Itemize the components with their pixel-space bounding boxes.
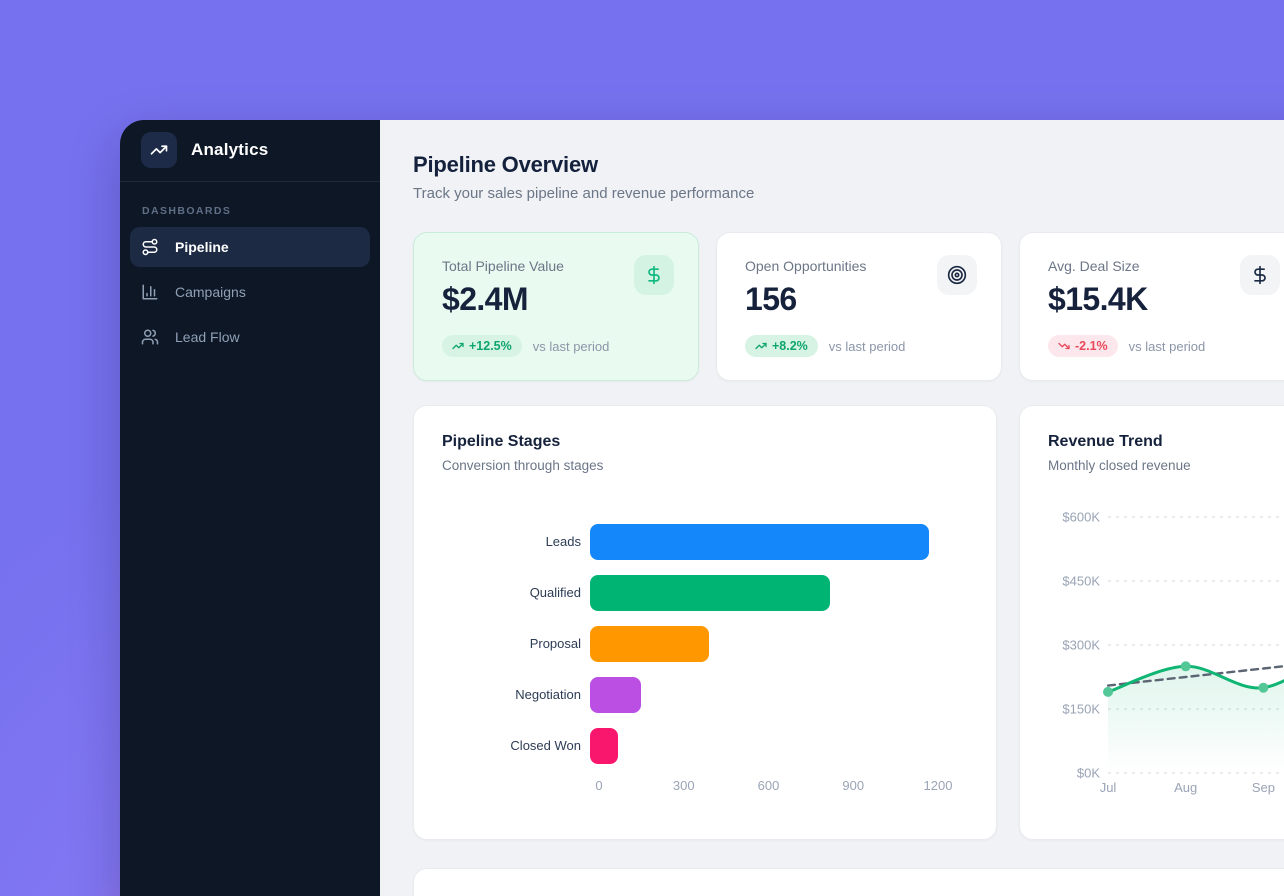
revenue-chart: $600K$450K$300K$150K$0KJulAugSepOct <box>1048 501 1276 801</box>
bar-row: Proposal <box>442 626 968 662</box>
app-logo <box>141 132 177 168</box>
sidebar-section-label: DASHBOARDS <box>142 205 380 217</box>
bar-row: Qualified <box>442 575 968 611</box>
chart-title: Pipeline Stages <box>442 432 968 452</box>
y-axis-label: $0K <box>1077 766 1100 781</box>
sidebar-item-label: Campaigns <box>175 284 246 300</box>
chart-subtitle: Monthly closed revenue <box>1048 457 1276 474</box>
x-axis-tick: 900 <box>842 778 864 793</box>
pipeline-bars: Leads Qualified Proposal Negotiation Closed … <box>442 524 968 764</box>
target-icon <box>947 265 967 285</box>
trending-up-icon <box>150 141 168 159</box>
kpi-icon-chip <box>937 255 977 295</box>
sidebar-item-pipeline[interactable]: Pipeline <box>130 227 370 267</box>
revenue-line-chart: $600K$450K$300K$150K$0KJulAugSepOct <box>1048 501 1284 801</box>
sidebar-nav: Pipeline Campaigns Lead Flow <box>120 227 380 357</box>
sidebar-item-label: Pipeline <box>175 239 229 255</box>
bar <box>590 728 618 764</box>
kpi-change-badge: +12.5% <box>442 335 522 357</box>
bar-track <box>590 524 929 560</box>
bar <box>590 575 830 611</box>
kpi-meta: -2.1% vs last period <box>1048 335 1276 357</box>
kpi-change-badge: -2.1% <box>1048 335 1118 357</box>
kpi-icon-chip <box>634 255 674 295</box>
pipeline-stages-card: Pipeline Stages Conversion through stage… <box>413 405 997 840</box>
bar <box>590 524 929 560</box>
page-subtitle: Track your sales pipeline and revenue pe… <box>413 185 1284 202</box>
kpi-change-value: +12.5% <box>469 339 512 353</box>
x-axis-tick: 1200 <box>924 778 953 793</box>
dollar-icon <box>644 265 664 285</box>
route-icon <box>141 238 159 256</box>
data-point-dot <box>1181 661 1191 671</box>
kpi-meta: +12.5% vs last period <box>442 335 670 357</box>
kpi-change-value: +8.2% <box>772 339 808 353</box>
kpi-change-badge: +8.2% <box>745 335 818 357</box>
bar-category-label: Negotiation <box>442 688 590 703</box>
chart-subtitle: Conversion through stages <box>442 457 968 474</box>
bar-chart-icon <box>141 283 159 301</box>
bar-row: Negotiation <box>442 677 968 713</box>
revenue-area <box>1108 645 1284 773</box>
kpi-note: vs last period <box>533 339 610 354</box>
main-area: Pipeline Overview Track your sales pipel… <box>380 120 1284 896</box>
bar-track <box>590 575 929 611</box>
x-axis-tick: 600 <box>758 778 780 793</box>
trending-up-icon <box>755 340 767 352</box>
bar-row: Closed Won <box>442 728 968 764</box>
chart-title: Revenue Trend <box>1048 432 1276 452</box>
bar-category-label: Proposal <box>442 637 590 652</box>
bar-category-label: Closed Won <box>442 739 590 754</box>
kpi-card: Open Opportunities156+8.2%vs last period <box>716 232 1002 381</box>
users-icon <box>141 328 159 346</box>
x-axis-label: Jul <box>1100 780 1117 795</box>
sidebar-item-lead-flow[interactable]: Lead Flow <box>130 317 370 357</box>
bar <box>590 677 641 713</box>
bar-row: Leads <box>442 524 968 560</box>
trending-down-icon <box>1058 340 1070 352</box>
bottom-card <box>413 868 1284 896</box>
sidebar-header: Analytics <box>120 120 380 182</box>
y-axis-label: $450K <box>1062 574 1100 589</box>
sidebar-item-label: Lead Flow <box>175 329 240 345</box>
bar-category-label: Qualified <box>442 586 590 601</box>
kpi-icon-chip <box>1240 255 1280 295</box>
x-axis-tick: 0 <box>595 778 602 793</box>
bar-category-label: Leads <box>442 535 590 550</box>
y-axis-label: $300K <box>1062 638 1100 653</box>
charts-row: Pipeline Stages Conversion through stage… <box>413 405 1284 840</box>
bar <box>590 626 709 662</box>
bar-track <box>590 626 929 662</box>
app-title: Analytics <box>191 140 268 160</box>
x-axis-tick: 300 <box>673 778 695 793</box>
kpi-note: vs last period <box>1129 339 1206 354</box>
x-axis-label: Aug <box>1174 780 1197 795</box>
kpi-note: vs last period <box>829 339 906 354</box>
sidebar-item-campaigns[interactable]: Campaigns <box>130 272 370 312</box>
sidebar: Analytics DASHBOARDS Pipeline Campaigns Le… <box>120 120 380 896</box>
data-point-dot <box>1258 683 1268 693</box>
x-axis-label: Sep <box>1252 780 1275 795</box>
kpi-card: Avg. Deal Size$15.4K-2.1%vs last period <box>1019 232 1284 381</box>
kpi-change-value: -2.1% <box>1075 339 1108 353</box>
revenue-trend-card: Revenue Trend Monthly closed revenue $60… <box>1019 405 1284 840</box>
y-axis-label: $150K <box>1062 702 1100 717</box>
bar-track <box>590 728 929 764</box>
kpi-row: Total Pipeline Value$2.4M+12.5%vs last p… <box>413 232 1284 381</box>
pipeline-x-axis: 03006009001200 <box>599 778 938 794</box>
y-axis-label: $600K <box>1062 510 1100 525</box>
trending-up-icon <box>452 340 464 352</box>
kpi-card: Total Pipeline Value$2.4M+12.5%vs last p… <box>413 232 699 381</box>
bar-track <box>590 677 929 713</box>
app-window: Analytics DASHBOARDS Pipeline Campaigns Le… <box>120 120 1284 896</box>
dollar-icon <box>1250 265 1270 285</box>
kpi-meta: +8.2% vs last period <box>745 335 973 357</box>
page-title: Pipeline Overview <box>413 152 1284 178</box>
data-point-dot <box>1103 687 1113 697</box>
